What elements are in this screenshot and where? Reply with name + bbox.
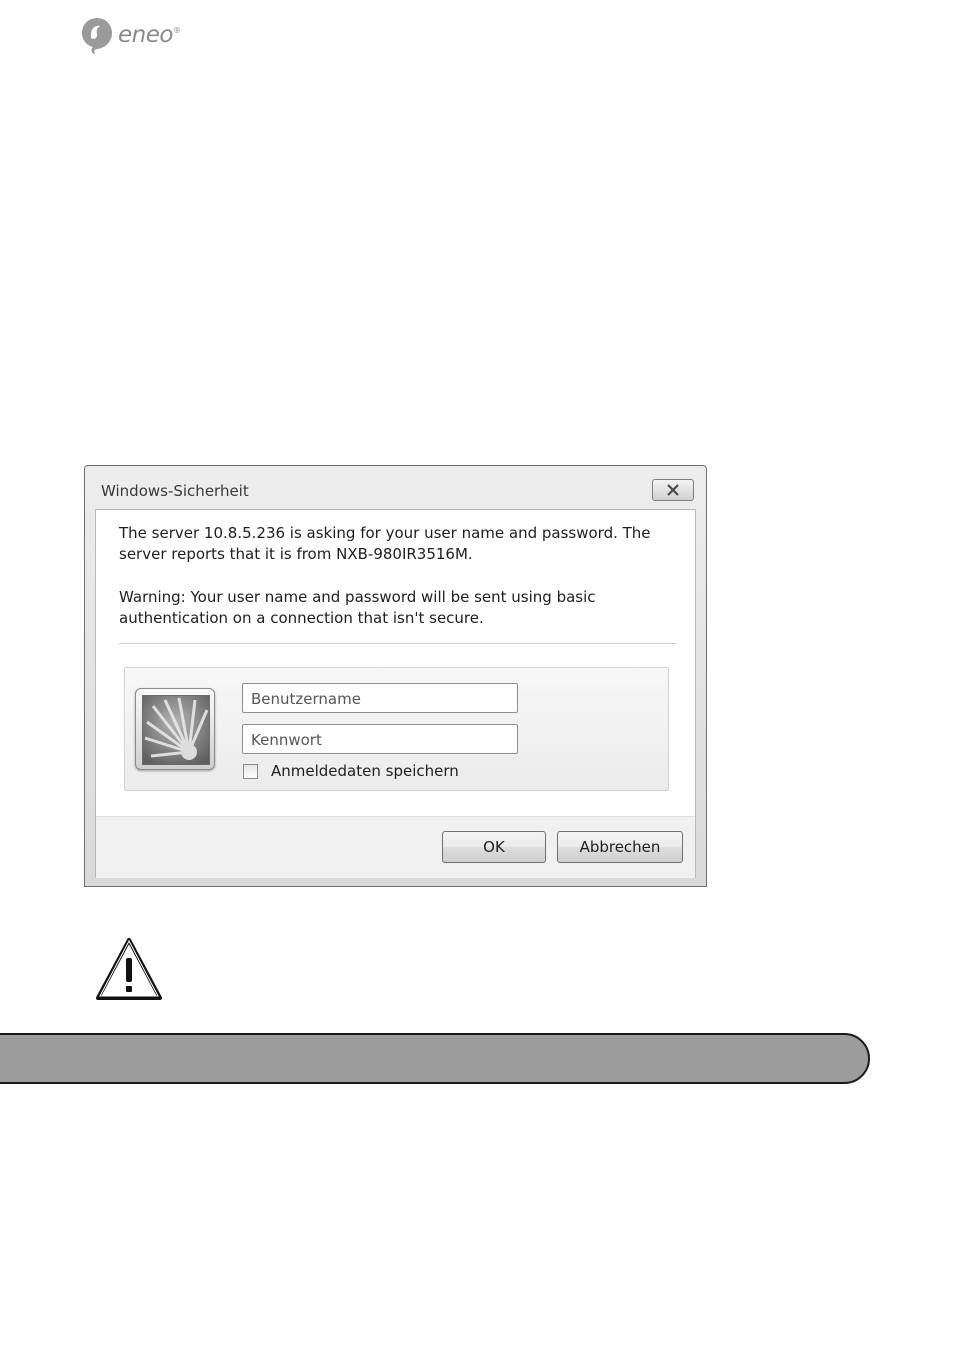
warning-triangle-icon <box>95 936 163 1006</box>
remember-credentials-checkbox[interactable] <box>243 764 258 779</box>
server-request-text: The server 10.8.5.236 is asking for your… <box>119 524 651 563</box>
credential-panel: Benutzername Kennwort Anmeldedaten speic… <box>124 667 669 791</box>
close-icon <box>667 484 679 496</box>
password-field[interactable]: Kennwort <box>242 724 518 754</box>
ok-button[interactable]: OK <box>442 831 546 863</box>
eneo-logo-icon <box>82 18 112 54</box>
user-tile-flower-icon <box>142 695 210 765</box>
dialog-message: The server 10.8.5.236 is asking for your… <box>119 523 659 629</box>
brand-wordmark: eneo® <box>118 22 181 48</box>
security-warning-text: Warning: Your user name and password wil… <box>119 588 596 627</box>
dialog-footer: OK Abbrechen <box>96 816 695 878</box>
close-button[interactable] <box>652 479 694 501</box>
cancel-button[interactable]: Abbrechen <box>557 831 683 863</box>
windows-security-dialog: Windows-Sicherheit The server 10.8.5.236… <box>84 465 707 887</box>
username-field[interactable]: Benutzername <box>242 683 518 713</box>
remember-credentials-label: Anmeldedaten speichern <box>271 762 459 780</box>
section-header-bar <box>0 1033 870 1084</box>
user-tile <box>135 688 215 770</box>
brand-logo: eneo® <box>80 16 190 58</box>
divider <box>119 643 676 644</box>
dialog-body: The server 10.8.5.236 is asking for your… <box>95 509 696 878</box>
dialog-title: Windows-Sicherheit <box>101 482 249 500</box>
